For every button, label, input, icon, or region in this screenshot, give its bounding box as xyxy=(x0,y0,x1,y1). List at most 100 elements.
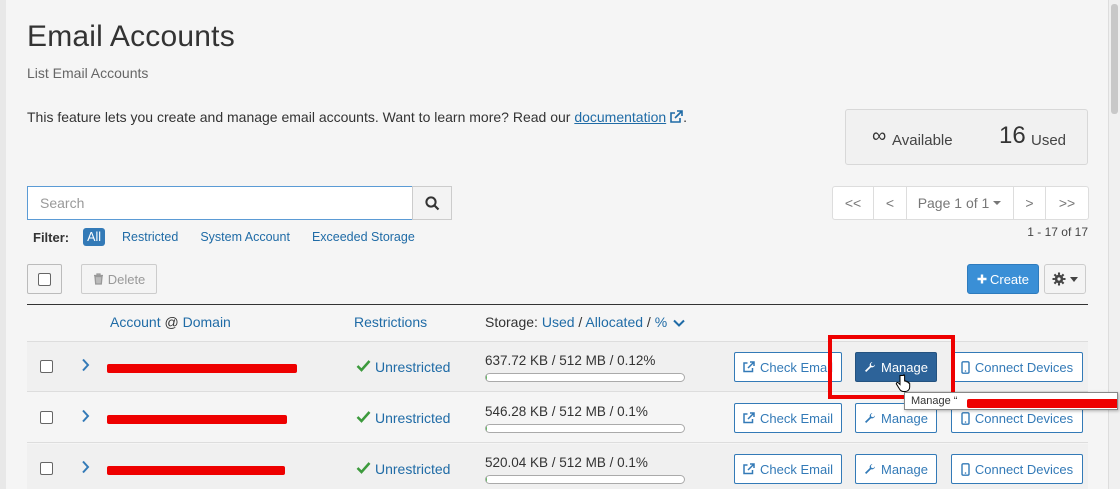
external-link-icon xyxy=(743,463,755,475)
search-bar xyxy=(27,186,452,220)
next-page-button[interactable]: > xyxy=(1014,187,1046,219)
manage-label: Manage xyxy=(881,461,928,477)
external-link-icon xyxy=(743,361,755,373)
highlight-annotation xyxy=(828,335,955,399)
filter-restricted[interactable]: Restricted xyxy=(122,230,178,244)
sort-percent-link[interactable]: % xyxy=(655,314,667,330)
storage-usage: 520.04 KB / 512 MB / 0.1% xyxy=(485,455,648,470)
select-all-checkbox[interactable] xyxy=(38,272,51,286)
filter-exceeded-storage[interactable]: Exceeded Storage xyxy=(312,230,415,244)
used-count: 16 xyxy=(999,122,1026,149)
prev-page-button[interactable]: < xyxy=(874,187,907,219)
storage-bar xyxy=(485,424,685,433)
manage-label: Manage xyxy=(881,410,928,426)
header-restrictions: Restrictions xyxy=(354,314,427,330)
intro-period: . xyxy=(683,109,688,125)
used-label: Used xyxy=(1031,132,1067,149)
redacted-tooltip-account xyxy=(967,399,1117,408)
intro-text: This feature lets you create and manage … xyxy=(27,109,687,125)
storage-prefix: Storage: xyxy=(485,314,538,330)
connect-devices-label: Connect Devices xyxy=(974,461,1074,477)
page-subtitle: List Email Accounts xyxy=(27,65,149,81)
check-icon xyxy=(356,411,371,423)
chevron-right-icon[interactable] xyxy=(81,409,90,423)
scrollbar-thumb[interactable] xyxy=(1111,4,1118,114)
check-email-button[interactable]: Check Email xyxy=(734,352,842,382)
delete-button[interactable]: Delete xyxy=(81,264,157,294)
check-email-button[interactable]: Check Email xyxy=(734,403,842,433)
first-page-button[interactable]: << xyxy=(833,187,874,219)
chevron-down-icon[interactable] xyxy=(673,319,685,327)
trash-icon xyxy=(93,273,103,285)
check-icon xyxy=(356,360,371,372)
plus-icon xyxy=(977,274,987,284)
last-page-button[interactable]: >> xyxy=(1046,187,1088,219)
sort-account-link[interactable]: Account xyxy=(110,314,161,330)
chevron-right-icon[interactable] xyxy=(81,358,90,372)
storage-usage: 546.28 KB / 512 MB / 0.1% xyxy=(485,404,648,419)
search-button[interactable] xyxy=(412,186,452,220)
manage-button[interactable]: Manage xyxy=(855,454,937,484)
delete-label: Delete xyxy=(107,271,146,287)
documentation-link[interactable]: documentation xyxy=(574,109,666,125)
storage-bar xyxy=(485,373,685,382)
table-top-border xyxy=(27,304,1088,305)
storage-bar-fill xyxy=(486,425,487,432)
header-at-sign: @ xyxy=(164,314,179,330)
sort-domain-link[interactable]: Domain xyxy=(183,314,231,330)
filter-label: Filter: xyxy=(33,229,70,245)
wrench-icon xyxy=(865,464,875,474)
check-email-label: Check Email xyxy=(760,359,833,375)
row-checkbox[interactable] xyxy=(40,411,53,424)
storage-bar-fill xyxy=(486,476,487,483)
page-title: Email Accounts xyxy=(27,20,235,53)
chevron-right-icon[interactable] xyxy=(81,460,90,474)
page-select[interactable]: Page 1 of 1 xyxy=(907,187,1014,219)
settings-menu-button[interactable] xyxy=(1044,264,1086,294)
row-checkbox[interactable] xyxy=(40,462,53,475)
connect-devices-button[interactable]: Connect Devices xyxy=(951,352,1083,382)
manage-tooltip: Manage “ xyxy=(904,392,1118,410)
check-icon xyxy=(356,462,371,474)
restriction-status[interactable]: Unrestricted xyxy=(375,461,450,477)
infinity-icon: ∞ xyxy=(872,125,887,147)
check-email-button[interactable]: Check Email xyxy=(734,454,842,484)
select-all-button[interactable] xyxy=(27,264,62,294)
external-link-icon[interactable] xyxy=(669,110,683,124)
filter-system-account[interactable]: System Account xyxy=(200,230,290,244)
result-count: 1 - 17 of 17 xyxy=(1027,225,1088,239)
mobile-icon xyxy=(961,411,970,425)
filter-all[interactable]: All xyxy=(83,228,106,246)
account-stats: ∞ Available 16 Used xyxy=(845,109,1088,165)
filter-bar: Filter: All Restricted System Account Ex… xyxy=(33,228,437,246)
available-label: Available xyxy=(892,132,953,149)
storage-sep: / xyxy=(578,314,583,330)
search-input[interactable] xyxy=(27,186,413,220)
connect-devices-button[interactable]: Connect Devices xyxy=(951,454,1083,484)
create-button[interactable]: Create xyxy=(967,264,1039,294)
left-edge xyxy=(0,0,6,489)
mobile-icon xyxy=(961,360,970,374)
storage-bar-fill xyxy=(486,374,487,381)
sort-used-link[interactable]: Used xyxy=(542,314,575,330)
sort-restrictions-link[interactable]: Restrictions xyxy=(354,314,427,330)
hand-cursor-icon xyxy=(895,374,911,392)
header-account-domain: Account @ Domain xyxy=(110,314,231,330)
tooltip-text: Manage “ xyxy=(911,395,958,407)
redacted-account xyxy=(107,364,297,373)
page-label: Page 1 of 1 xyxy=(917,195,990,211)
sort-allocated-link[interactable]: Allocated xyxy=(585,314,643,330)
row-checkbox[interactable] xyxy=(40,360,53,373)
gear-icon xyxy=(1052,272,1066,286)
connect-devices-label: Connect Devices xyxy=(974,410,1074,426)
check-email-label: Check Email xyxy=(760,410,833,426)
redacted-account xyxy=(107,415,287,424)
header-storage: Storage: Used / Allocated / % xyxy=(485,314,685,330)
restriction-status[interactable]: Unrestricted xyxy=(375,359,450,375)
restriction-status[interactable]: Unrestricted xyxy=(375,410,450,426)
pagination: << < Page 1 of 1 > >> xyxy=(832,186,1089,220)
caret-down-icon xyxy=(993,201,1002,205)
scrollbar[interactable] xyxy=(1108,0,1120,489)
storage-bar xyxy=(485,475,685,484)
redacted-account xyxy=(107,466,285,475)
